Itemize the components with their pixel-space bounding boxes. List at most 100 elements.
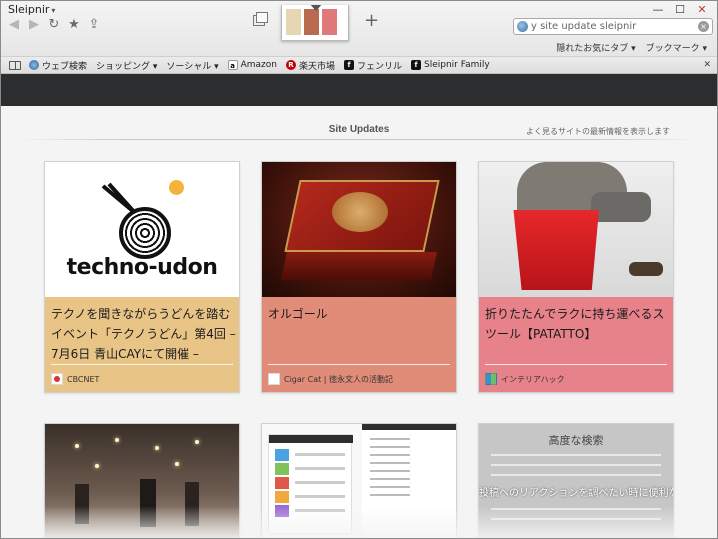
amazon-icon: a (227, 60, 238, 70)
card-thumbnail (262, 162, 456, 297)
card-body: オルゴール Cigar Cat | 徳永文人の活動記 (262, 297, 456, 392)
divider (19, 139, 699, 140)
divider (485, 364, 667, 365)
fav-item-amazon[interactable]: a Amazon (227, 60, 277, 70)
active-tab-thumbnail[interactable] (281, 5, 349, 41)
minimize-button[interactable]: — (647, 3, 669, 16)
stool-shape (513, 210, 599, 290)
app-menu-button[interactable]: Sleipnir ▾ (8, 3, 55, 16)
udon-bowl-icon (119, 207, 171, 259)
page-subtitle: よく見るサイトの最新情報を表示します (526, 127, 670, 136)
shoe-shape (629, 262, 663, 276)
maximize-button[interactable]: ☐ (669, 3, 691, 16)
person-leg-shape (591, 192, 651, 222)
rakuten-icon: R (285, 60, 296, 70)
thumbnail-title: 高度な検索 (548, 434, 604, 447)
clear-icon[interactable]: × (698, 21, 709, 32)
card-source[interactable]: CBCNET (51, 373, 99, 385)
card-title[interactable]: オルゴール (268, 304, 454, 364)
text-line (295, 495, 345, 498)
search-input[interactable]: y site update sleipnir × (513, 18, 713, 35)
card-body: テクノを聞きながらうどんを踏むイベント「テクノうどん」第4回 – 7月6日 青山… (45, 297, 239, 392)
tab-group-icon[interactable] (253, 12, 268, 26)
text-line (370, 438, 410, 440)
text-line (491, 474, 661, 476)
thumb-tile (304, 9, 319, 35)
music-box-side (281, 252, 437, 280)
update-card[interactable]: techno-udon テクノを聞きながらうどんを踏むイベント「テクノうどん」第… (44, 161, 240, 393)
light-shape (195, 440, 199, 444)
browser-window: Sleipnir ▾ ◀ ▶ ↻ ★ ⇪ + y site update slei… (0, 0, 718, 539)
share-icon[interactable]: ⇪ (87, 17, 101, 33)
light-shape (155, 446, 159, 450)
card-thumbnail (479, 162, 673, 297)
light-shape (115, 438, 119, 442)
fav-label: ソーシャル ▾ (166, 61, 219, 72)
globe-icon (29, 60, 39, 70)
card-thumbnail: techno-udon (45, 162, 239, 297)
color-cell (275, 491, 289, 503)
globe-icon (517, 21, 528, 32)
text-line (370, 454, 410, 456)
app-bar (362, 424, 456, 430)
thumb-tile (322, 9, 337, 35)
reload-icon[interactable]: ↻ (47, 17, 61, 33)
back-icon[interactable]: ◀ (7, 17, 21, 33)
text-line (491, 454, 661, 456)
cbcnet-favicon-icon (51, 373, 63, 385)
app-title: Sleipnir (8, 3, 50, 16)
star-icon[interactable]: ★ (67, 17, 81, 33)
fav-item-shopping[interactable]: ショッピング ▾ (96, 59, 157, 72)
chevron-down-icon: ▾ (51, 6, 56, 15)
tab-strip: + (246, 5, 386, 41)
fav-label: ショッピング ▾ (96, 61, 158, 72)
sun-icon (169, 180, 184, 195)
close-button[interactable]: ✕ (691, 3, 713, 16)
card-body: 折りたたんでラクに持ち運べるスツール【PATATTO】 インテリアハック (479, 297, 673, 392)
favorites-bar: ウェブ検索 ショッピング ▾ ソーシャル ▾ a Amazon R 楽天市場 f フェ… (1, 57, 717, 74)
page-header-band (1, 74, 717, 106)
fav-label: ウェブ検索 (42, 61, 88, 72)
search-input-value: y site update sleipnir (531, 21, 637, 32)
title-bar: Sleipnir ▾ ◀ ▶ ↻ ★ ⇪ + y site update slei… (1, 1, 717, 57)
fav-item-sleipnir-family[interactable]: f Sleipnir Family (411, 60, 490, 70)
text-line (491, 464, 661, 466)
navigation-buttons: ◀ ▶ ↻ ★ ⇪ (7, 17, 101, 33)
light-shape (75, 444, 79, 448)
update-card[interactable]: 折りたたんでラクに持ち運べるスツール【PATATTO】 インテリアハック (478, 161, 674, 393)
book-icon[interactable] (9, 60, 21, 70)
fenrir-icon: f (344, 60, 354, 70)
fav-label: Amazon (240, 60, 277, 70)
fav-item-fenrir[interactable]: f フェンリル (344, 59, 402, 72)
forward-icon[interactable]: ▶ (27, 17, 41, 33)
hidden-tabs-menu[interactable]: 隠れたお気にタブ ▾ (556, 41, 635, 54)
thumbnail-overlay-text: 投稿へのリアクションを調べたい時に便利な検索 (479, 488, 673, 499)
text-line (295, 467, 345, 470)
tab-notch-icon (309, 5, 323, 11)
fav-item-rakuten[interactable]: R 楽天市場 (285, 59, 335, 72)
scroll-fade (1, 506, 717, 538)
bookmarks-menu[interactable]: ブックマーク ▾ (646, 41, 707, 54)
card-source-label: インテリアハック (501, 374, 565, 384)
new-tab-button[interactable]: + (364, 11, 379, 31)
fav-item-social[interactable]: ソーシャル ▾ (166, 59, 218, 72)
text-line (295, 453, 345, 456)
card-source[interactable]: インテリアハック (485, 373, 565, 385)
card-title[interactable]: 折りたたんでラクに持ち運べるスツール【PATATTO】 (485, 304, 671, 364)
cigar-cat-favicon-icon (268, 373, 280, 385)
site-updates-page: Site Updates よく見るサイトの最新情報を表示します techno-u… (1, 106, 717, 538)
card-title[interactable]: テクノを聞きながらうどんを踏むイベント「テクノうどん」第4回 – 7月6日 青山… (51, 304, 237, 364)
window-controls: — ☐ ✕ (647, 3, 713, 16)
text-line (370, 486, 410, 488)
interior-hack-favicon-icon (485, 373, 497, 385)
fav-label: Sleipnir Family (424, 60, 490, 70)
fav-item-web-search[interactable]: ウェブ検索 (29, 59, 87, 72)
update-card[interactable]: オルゴール Cigar Cat | 徳永文人の活動記 (261, 161, 457, 393)
top-right-menu: 隠れたお気にタブ ▾ ブックマーク ▾ (556, 41, 707, 54)
card-source-label: CBCNET (67, 374, 100, 384)
close-icon[interactable]: ✕ (703, 60, 711, 70)
text-line (370, 478, 410, 480)
color-cell (275, 449, 289, 461)
light-shape (95, 464, 99, 468)
card-source[interactable]: Cigar Cat | 徳永文人の活動記 (268, 373, 393, 385)
